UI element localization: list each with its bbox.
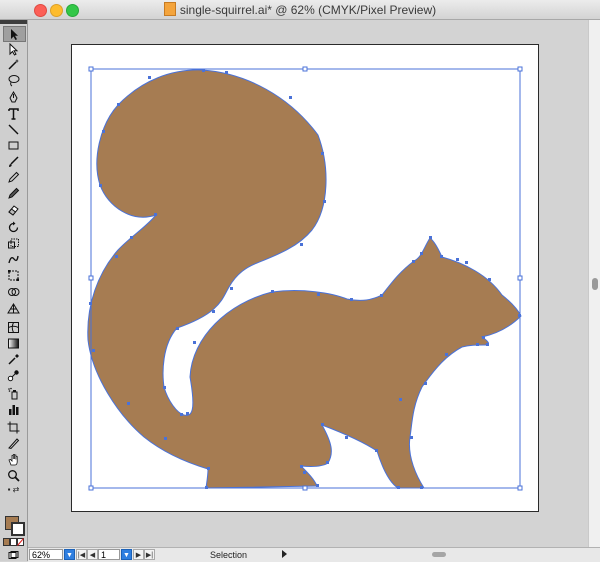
slice-tool[interactable] [3, 436, 24, 450]
draw-normal-icon [8, 550, 19, 559]
slice-icon [8, 437, 20, 449]
last-artboard-button[interactable]: ▶| [144, 549, 155, 560]
eraser-icon [8, 204, 19, 216]
rectangle-icon [8, 141, 19, 149]
perspective-grid-tool[interactable] [3, 301, 24, 315]
document-icon [163, 2, 176, 16]
blend-tool[interactable] [3, 368, 24, 382]
artboard-tool[interactable] [3, 420, 24, 434]
color-mode-icon [3, 538, 24, 546]
type-tool[interactable] [3, 106, 24, 120]
vertical-scroll-thumb[interactable] [592, 278, 598, 290]
arrow-icon [11, 28, 18, 40]
artboard[interactable] [71, 44, 539, 512]
transform-icon [8, 269, 19, 281]
lasso-tool[interactable] [3, 73, 24, 87]
white-arrow-icon [9, 42, 19, 56]
horizontal-scroll-thumb[interactable] [432, 552, 446, 557]
type-icon [8, 107, 19, 120]
hand-icon [8, 453, 18, 465]
first-artboard-button[interactable]: |◀ [76, 549, 87, 560]
squirrel-artwork[interactable] [72, 45, 538, 511]
previous-artboard-button[interactable]: ◀ [87, 549, 98, 560]
blend-icon [7, 369, 19, 381]
wand-icon [8, 58, 19, 70]
column-graph-tool[interactable] [3, 402, 24, 416]
shape-builder-icon [8, 287, 20, 296]
hand-tool[interactable] [3, 452, 24, 466]
eyedropper-icon [8, 353, 19, 365]
symbol-sprayer-tool[interactable] [3, 386, 24, 400]
paintbrush-tool[interactable] [3, 154, 24, 168]
status-bar: 62% ▼ |◀ ◀ 1 ▼ ▶ ▶| Selection [28, 547, 600, 562]
selection-tool[interactable] [3, 26, 26, 42]
sprayer-icon [8, 387, 18, 399]
perspective-icon [7, 302, 20, 313]
zoom-dropdown-button[interactable]: ▼ [64, 549, 75, 560]
blob-brush-icon [8, 187, 20, 199]
mesh-icon [8, 321, 19, 333]
eyedropper-tool[interactable] [3, 352, 24, 366]
window-title: single-squirrel.ai* @ 62% (CMYK/Pixel Pr… [179, 3, 437, 17]
color-mode-buttons[interactable] [3, 537, 24, 547]
shape-builder-tool[interactable] [3, 285, 24, 299]
pencil-icon [8, 171, 20, 183]
line-tool[interactable] [3, 122, 24, 136]
graph-icon [9, 404, 19, 415]
vertical-scrollbar[interactable] [588, 20, 600, 547]
magic-wand-tool[interactable] [3, 57, 24, 71]
canvas-area[interactable] [28, 20, 588, 547]
direct-selection-tool[interactable] [3, 42, 24, 56]
warp-icon [8, 255, 19, 263]
status-tool-label: Selection [210, 550, 248, 560]
tools-panel: ▪ ⇄ [0, 20, 28, 561]
brush-icon [9, 155, 19, 167]
stroke-color-swatch[interactable] [11, 522, 25, 536]
gradient-icon [8, 338, 19, 348]
pen-tool[interactable] [3, 90, 24, 104]
tools-panel-header[interactable] [0, 20, 27, 24]
scale-icon [8, 238, 19, 248]
title-bar: single-squirrel.ai* @ 62% (CMYK/Pixel Pr… [0, 0, 600, 20]
scale-tool[interactable] [3, 236, 24, 250]
squirrel-shape[interactable] [87, 69, 522, 489]
pencil-tool[interactable] [3, 170, 24, 184]
eraser-tool[interactable] [3, 202, 24, 216]
window-title-wrap: single-squirrel.ai* @ 62% (CMYK/Pixel Pr… [0, 2, 600, 17]
blob-brush-tool[interactable] [3, 186, 24, 200]
drawing-mode-icon[interactable] [3, 550, 24, 560]
artboard-dropdown-button[interactable]: ▼ [121, 549, 132, 560]
rectangle-tool[interactable] [3, 138, 24, 152]
default-fill-stroke-icon[interactable]: ▪ ⇄ [3, 484, 24, 494]
rotate-icon [8, 221, 19, 232]
zoom-icon [8, 469, 20, 482]
free-transform-tool[interactable] [3, 268, 24, 282]
artboard-number-field[interactable]: 1 [98, 549, 120, 560]
artboard-icon [7, 421, 20, 433]
zoom-level-field[interactable]: 62% [29, 549, 63, 560]
rotate-tool[interactable] [3, 220, 24, 234]
line-icon [8, 124, 19, 134]
mesh-tool[interactable] [3, 320, 24, 334]
puppet-warp-tool[interactable] [3, 252, 24, 266]
next-artboard-button[interactable]: ▶ [133, 549, 144, 560]
pen-icon [9, 90, 18, 102]
status-menu-arrow-icon[interactable] [282, 550, 287, 558]
lasso-icon [8, 74, 20, 86]
gradient-tool[interactable] [3, 336, 24, 350]
zoom-tool[interactable] [3, 468, 24, 482]
